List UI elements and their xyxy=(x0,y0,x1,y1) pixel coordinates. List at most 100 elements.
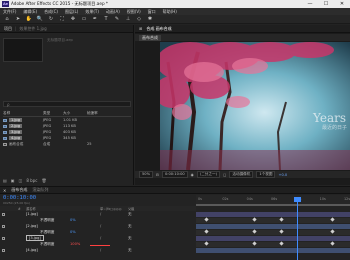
property-value[interactable]: 0% xyxy=(70,218,76,222)
layer-duration-bar[interactable] xyxy=(196,223,350,229)
stamp-tool-icon[interactable]: ⊥ xyxy=(125,16,131,22)
playhead-line[interactable] xyxy=(297,201,298,260)
minimize-button[interactable]: — xyxy=(302,0,318,8)
exposure-value[interactable]: +0.0 xyxy=(278,173,287,177)
view-layout-dropdown[interactable]: 1个视图 xyxy=(256,171,276,178)
menu-file[interactable]: 文件(F) xyxy=(3,9,16,15)
menu-edit[interactable]: 编辑(E) xyxy=(23,9,37,15)
layer-name[interactable]: [2.jpg] xyxy=(26,224,38,228)
menu-composition[interactable]: 合成(C) xyxy=(44,9,58,15)
visibility-eye-icon[interactable] xyxy=(2,236,5,240)
current-time-display[interactable]: 0:00:10:00 xyxy=(162,171,188,178)
parent-dropdown[interactable]: 无 xyxy=(128,212,132,217)
home-icon[interactable]: ⌂ xyxy=(4,16,10,22)
item-size: 403 KB xyxy=(63,130,76,134)
keyframe-track[interactable] xyxy=(196,241,350,247)
ruler-tick-label: 10s xyxy=(319,197,326,201)
interpret-footage-icon[interactable]: ▤ xyxy=(3,178,7,183)
keyframe-track[interactable] xyxy=(196,229,350,235)
layer-name[interactable]: [4.jpg] xyxy=(26,248,38,252)
column-name[interactable]: 名称 xyxy=(3,111,43,116)
resolution-dropdown[interactable]: (二分之一) xyxy=(196,171,220,178)
lock-icon[interactable]: ⊞ xyxy=(139,26,142,31)
tab-project[interactable]: 项目 xyxy=(4,26,12,32)
ruler-tick-label: 0s xyxy=(198,197,202,201)
maximize-button[interactable]: ☐ xyxy=(318,0,334,8)
parent-dropdown[interactable]: 无 xyxy=(128,224,132,229)
camera-tool-icon[interactable]: ⛶ xyxy=(59,16,65,22)
composition-tabbar: ⊞ 合成 画布合成 xyxy=(135,25,350,33)
pan-behind-tool-icon[interactable]: ✥ xyxy=(70,16,76,22)
layer-switches[interactable]: / xyxy=(100,224,101,228)
layer-name[interactable]: [1.jpg] xyxy=(26,212,38,216)
magnification-dropdown[interactable]: 50% xyxy=(139,171,153,178)
ruler-tick-label: 02s xyxy=(222,197,229,201)
work-area-bar[interactable] xyxy=(196,204,350,206)
layer-switches[interactable]: / xyxy=(100,236,101,240)
layer-duration-bar[interactable] xyxy=(196,211,350,217)
brush-tool-icon[interactable]: ✎ xyxy=(114,16,120,22)
menu-animation[interactable]: 动画(A) xyxy=(106,9,120,15)
close-tab-icon[interactable]: ✕ xyxy=(3,188,6,193)
pen-tool-icon[interactable]: ✒ xyxy=(92,16,98,22)
menu-window[interactable]: 窗口 xyxy=(148,9,156,15)
visibility-eye-icon[interactable] xyxy=(2,212,5,216)
property-value[interactable]: 0% xyxy=(70,230,76,234)
parent-dropdown[interactable]: 无 xyxy=(128,236,132,241)
safe-zones-icon[interactable]: ⊟ xyxy=(156,173,159,177)
rectangle-tool-icon[interactable]: ▭ xyxy=(81,16,87,22)
hand-tool-icon[interactable]: ✋ xyxy=(26,16,32,22)
footage-icon xyxy=(3,130,7,134)
tab-composition[interactable]: 合成 画布合成 xyxy=(146,26,171,32)
property-name: 不透明度 xyxy=(40,229,55,234)
visibility-eye-icon[interactable] xyxy=(2,248,5,252)
snapshot-icon[interactable]: ◉ xyxy=(191,173,194,177)
footage-icon xyxy=(3,136,7,140)
tab-timeline-comp[interactable]: 画布合成 xyxy=(11,187,27,193)
project-file-caption: 无标题项目.aep xyxy=(47,38,73,42)
project-item-row[interactable]: 画布合成 合成 25 xyxy=(3,141,131,147)
composition-viewer[interactable]: Years 最近的日子 xyxy=(160,42,350,170)
ruler-tick-label: 12s xyxy=(344,197,350,201)
visibility-eye-icon[interactable] xyxy=(2,224,5,228)
rotate-tool-icon[interactable]: ↻ xyxy=(48,16,54,22)
property-value[interactable]: 100% xyxy=(70,242,80,246)
region-of-interest-icon[interactable]: ▢ xyxy=(223,173,226,177)
breadcrumb-comp[interactable]: 画布合成 xyxy=(139,34,161,41)
item-name: 3.jpg xyxy=(9,130,22,134)
item-name: 1.jpg xyxy=(9,118,22,122)
project-search-input[interactable]: ρ xyxy=(3,101,131,107)
layer-duration-bar[interactable] xyxy=(196,235,350,241)
close-button[interactable]: ✕ xyxy=(334,0,350,8)
property-name: 不透明度 xyxy=(40,217,55,222)
new-composition-icon[interactable]: ◫ xyxy=(19,178,23,183)
trash-icon[interactable]: 🗑 xyxy=(41,178,46,183)
select-tool-icon[interactable]: ➤ xyxy=(15,16,21,22)
menu-effect[interactable]: 效果(T) xyxy=(85,9,99,15)
graph-indicator-line xyxy=(90,245,110,246)
eraser-tool-icon[interactable]: ◇ xyxy=(136,16,142,22)
new-folder-icon[interactable]: ▣ xyxy=(11,178,15,183)
camera-dropdown[interactable]: 活动摄像机 xyxy=(229,171,254,178)
zoom-tool-icon[interactable]: 🔍 xyxy=(37,16,43,22)
layer-duration-bar[interactable] xyxy=(196,247,350,253)
tab-effect-controls[interactable]: 效果控件 1.jpg xyxy=(19,26,46,32)
column-frame-rate[interactable]: 帧速率 xyxy=(87,111,107,116)
item-type: JPEG xyxy=(43,118,52,122)
layer-switches[interactable]: / xyxy=(100,212,101,216)
column-type[interactable]: 类型 xyxy=(43,111,63,116)
puppet-tool-icon[interactable]: ✱ xyxy=(147,16,153,22)
menu-bar: 文件(F) 编辑(E) 合成(C) 图层(L) 效果(T) 动画(A) 视图(V… xyxy=(0,8,350,15)
tab-render-queue[interactable]: 渲染队列 xyxy=(32,187,48,193)
menu-layer[interactable]: 图层(L) xyxy=(65,9,78,15)
timeline-tabbar: ✕ 画布合成 渲染队列 xyxy=(0,187,350,194)
menu-view[interactable]: 视图(V) xyxy=(127,9,141,15)
keyframe-track[interactable] xyxy=(196,217,350,223)
watermark-english: Years xyxy=(312,111,346,125)
text-tool-icon[interactable]: T xyxy=(103,16,109,22)
column-size[interactable]: 大小 xyxy=(63,111,87,116)
layer-switches[interactable]: / xyxy=(100,248,101,252)
menu-help[interactable]: 帮助(H) xyxy=(163,9,177,15)
bit-depth-button[interactable]: 8 bpc xyxy=(26,178,37,183)
parent-dropdown[interactable]: 无 xyxy=(128,248,132,253)
